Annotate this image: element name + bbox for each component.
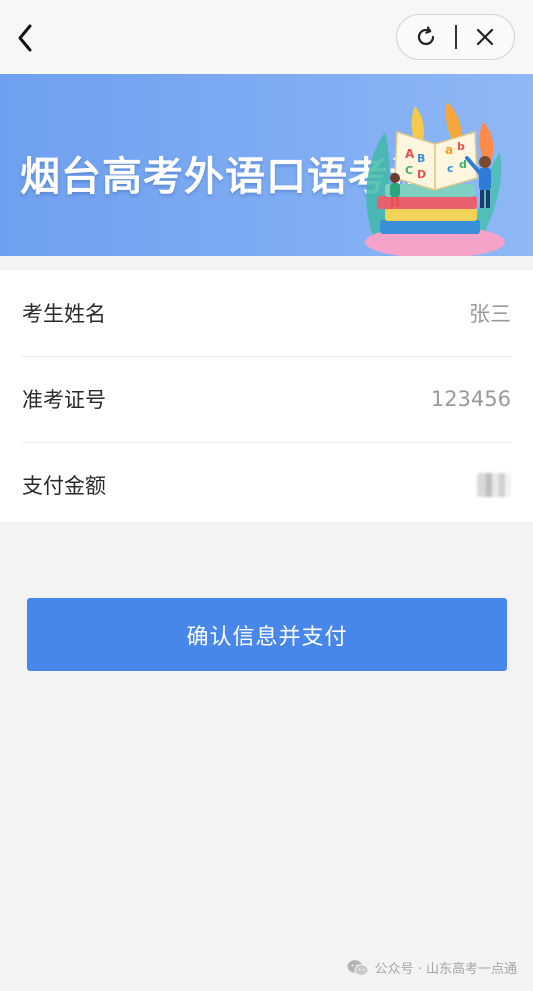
- book-letter-c-lower: c: [447, 162, 454, 175]
- book-letter-b-upper: B: [417, 152, 425, 165]
- close-button[interactable]: [457, 15, 515, 59]
- payment-amount-value-blurred: [477, 473, 511, 497]
- admission-number-row: 准考证号 123456: [22, 356, 511, 443]
- candidate-name-row: 考生姓名 张三: [22, 270, 511, 357]
- close-icon: [477, 28, 494, 46]
- book-letter-b-lower: b: [457, 140, 465, 153]
- top-nav-bar: [0, 0, 533, 74]
- admission-number-value: 123456: [430, 387, 511, 411]
- mini-program-capsule: [396, 14, 515, 60]
- back-button[interactable]: [10, 18, 40, 58]
- books-illustration: A B a b C D c d: [365, 102, 505, 256]
- confirm-and-pay-button[interactable]: 确认信息并支付: [27, 598, 507, 671]
- chevron-left-icon: [18, 24, 32, 52]
- payment-amount-row: 支付金额: [22, 442, 511, 528]
- watermark: 公众号 · 山东高考一点通: [347, 958, 517, 977]
- book-letter-d-upper: D: [417, 168, 426, 181]
- admission-number-label: 准考证号: [22, 388, 106, 412]
- watermark-text: 公众号 · 山东高考一点通: [374, 962, 517, 977]
- payment-info-form: 考生姓名 张三 准考证号 123456 支付金额: [0, 270, 533, 522]
- exam-banner: 烟台高考外语口语考试 A B a b C D c d: [0, 74, 533, 256]
- candidate-name-value: 张三: [469, 302, 511, 326]
- wechat-icon: [347, 959, 369, 976]
- book-letter-d-lower: d: [459, 158, 467, 171]
- book-letter-c-upper: C: [405, 164, 413, 177]
- payment-amount-label: 支付金额: [22, 474, 106, 498]
- refresh-icon: [417, 26, 434, 46]
- candidate-name-label: 考生姓名: [22, 302, 106, 326]
- book-letter-a-upper: A: [405, 147, 415, 161]
- book-letter-a-lower: a: [445, 143, 453, 157]
- refresh-button[interactable]: [397, 15, 455, 59]
